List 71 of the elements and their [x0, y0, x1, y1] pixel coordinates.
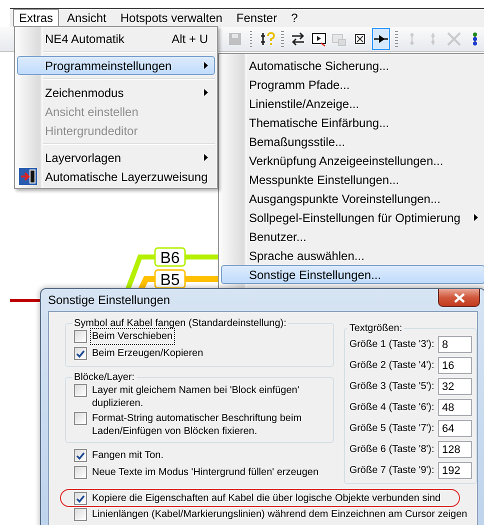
window-icon: [331, 31, 348, 47]
checkbox[interactable]: [74, 412, 87, 425]
close-icon: [454, 292, 464, 302]
colored-dots-icon: [472, 31, 478, 47]
menu-item[interactable]: NE4 Automatik Alt + U: [17, 29, 215, 48]
cable-label: B5: [154, 269, 186, 289]
field-label: Größe 5 (Taste '7'):: [349, 423, 434, 434]
menu-item[interactable]: Linienstile/Anzeige...: [221, 94, 484, 113]
menu-item[interactable]: Thematische Einfärbung...: [221, 113, 484, 132]
group-title: Textgrößen:: [348, 323, 404, 334]
checkbox[interactable]: [74, 347, 87, 360]
field-label: Größe 7 (Taste '9'):: [349, 465, 434, 476]
menu-item[interactable]: Benutzer...: [221, 227, 484, 246]
text-size-field[interactable]: 16: [438, 357, 472, 374]
checkbox[interactable]: [74, 330, 87, 343]
cable-label: B6: [154, 247, 186, 267]
checkbox-label[interactable]: Layer mit gleichem Namen bei 'Block einfügen' duplizieren.: [91, 383, 334, 411]
window-title: Sonstige Einstellungen: [48, 293, 170, 307]
menu-item[interactable]: Ausgangspunkte Voreinstellungen...: [221, 189, 484, 208]
text-size-field[interactable]: 8: [438, 336, 472, 353]
close-button[interactable]: [438, 289, 480, 307]
checkbox[interactable]: [74, 466, 87, 479]
menu-item[interactable]: Bemaßungsstile...: [221, 132, 484, 151]
menu-item[interactable]: Verknüpfung Anzeigeeinstellungen...: [221, 151, 484, 170]
text-size-field[interactable]: 64: [438, 420, 472, 437]
dollar-question-icon: [258, 31, 275, 47]
field-label: Größe 4 (Taste '6'):: [349, 402, 434, 413]
swap-arrows-icon: [290, 31, 306, 47]
menu-bar-item[interactable]: Extras: [13, 9, 60, 27]
checkbox[interactable]: [74, 492, 87, 505]
checkbox-label[interactable]: Format-String automatischer Beschriftung beim Laden/Einfügen von Blöcken fixieren.: [91, 411, 334, 439]
menu-item[interactable]: Programm Pfade...: [221, 75, 484, 94]
text-size-field[interactable]: 48: [438, 399, 472, 416]
layer-assign-icon: [19, 168, 37, 185]
menu-bar-item[interactable]: Fenster: [230, 9, 284, 27]
text-size-field[interactable]: 32: [438, 378, 472, 395]
monitor-icon: [310, 31, 327, 47]
field-label: Größe 2 (Taste '4'):: [349, 360, 434, 371]
menu-item[interactable]: Zeichenmodus: [17, 83, 215, 102]
menu-item[interactable]: Layervorlagen: [17, 148, 215, 167]
menu-item[interactable]: Sollpegel-Einstellungen für Optimierung: [221, 208, 484, 227]
checkbox-label[interactable]: Linienlängen (Kabel/Markierungslinien) während dem Einzeichnen am Cursor zeigen: [91, 507, 468, 522]
checkbox-label[interactable]: Neue Texte im Modus 'Hintergrund füllen' erzeugen: [91, 465, 320, 480]
cross-icon: [446, 31, 462, 47]
field-label: Größe 1 (Taste '3'):: [349, 339, 434, 350]
menu-bar-item[interactable]: Hotspots verwalten: [114, 9, 228, 27]
checkbox-label[interactable]: Fangen mit Ton.: [91, 448, 165, 463]
menu-item[interactable]: Programmeinstellungen: [17, 56, 215, 75]
dots-icon: [409, 31, 416, 47]
checkbox[interactable]: [74, 384, 87, 397]
menu-bar-item[interactable]: Ansicht: [61, 9, 112, 27]
menu-bar-item[interactable]: ?: [285, 9, 304, 27]
checkbox[interactable]: [74, 508, 87, 521]
field-label: Größe 6 (Taste '8'):: [349, 444, 434, 455]
checkbox-label[interactable]: Kopiere die Eigenschaften auf Kabel die über logische Objekte verbunden sind: [91, 491, 442, 506]
group-title: Blöcke/Layer:: [73, 372, 136, 383]
cable-line: [10, 299, 42, 302]
menu-item[interactable]: Automatische Sicherung...: [221, 56, 484, 75]
text-size-field[interactable]: 128: [438, 441, 472, 458]
menu-item[interactable]: Sonstige Einstellungen...: [221, 265, 484, 284]
dots-icon: [430, 31, 436, 47]
checkbox[interactable]: [74, 449, 87, 462]
menu-item[interactable]: Messpunkte Einstellungen...: [221, 170, 484, 189]
toolbar-button[interactable]: [372, 28, 390, 50]
menu-item[interactable]: Automatische Layerzuweisung: [17, 167, 215, 186]
field-label: Größe 3 (Taste '5'):: [349, 381, 434, 392]
text-size-field[interactable]: 192: [438, 462, 472, 479]
menu-item[interactable]: Sprache auswählen...: [221, 246, 484, 265]
checkbox-label[interactable]: Beim Erzeugen/Kopieren: [91, 346, 204, 361]
group-title: Symbol auf Kabel fangen (Standardeinstellung):: [73, 318, 288, 329]
checkbox-label[interactable]: Beim Verschieben: [91, 329, 174, 344]
